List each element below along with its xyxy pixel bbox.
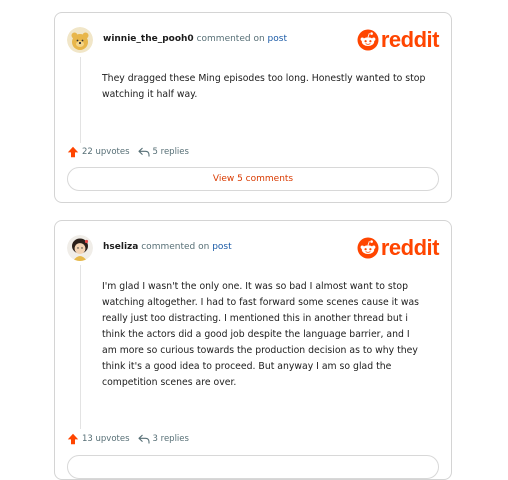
comment-card: winnie_the_pooh0 commented on post reddi… (54, 12, 452, 203)
reddit-logo[interactable]: reddit (357, 27, 440, 53)
upvote-button[interactable]: 13 upvotes (67, 433, 130, 445)
username[interactable]: hseliza (103, 242, 138, 252)
avatar[interactable] (67, 235, 93, 261)
upvote-arrow-icon (67, 433, 79, 445)
replies-button[interactable]: 3 replies (137, 433, 189, 445)
brand-wordmark: reddit (380, 27, 440, 52)
avatar[interactable] (67, 27, 93, 53)
reply-arrow-icon (137, 434, 150, 444)
upvote-button[interactable]: 22 upvotes (67, 146, 130, 158)
view-comments-button[interactable]: View 5 comments (67, 167, 439, 191)
reddit-snoo-icon (357, 29, 379, 51)
meta-text: commented on (141, 242, 210, 252)
brand-wordmark: reddit (380, 235, 440, 260)
comment-meta: winnie_the_pooh0 commented on post (103, 34, 287, 44)
comment-actions: 22 upvotes 5 replies (67, 146, 189, 158)
post-link[interactable]: post (268, 34, 287, 44)
comment-body: They dragged these Ming episodes too lon… (102, 73, 426, 100)
reddit-logo[interactable]: reddit (357, 235, 440, 261)
view-comments-button[interactable] (67, 455, 439, 479)
comment-meta: hseliza commented on post (103, 242, 232, 252)
reply-count: 5 replies (152, 147, 189, 157)
comment-body: I'm glad I wasn't the only one. It was s… (102, 281, 419, 388)
comment-actions: 13 upvotes 3 replies (67, 433, 189, 445)
upvote-count: 22 upvotes (82, 147, 130, 157)
upvote-arrow-icon (67, 146, 79, 158)
reply-count: 3 replies (152, 434, 189, 444)
meta-text: commented on (196, 34, 265, 44)
replies-button[interactable]: 5 replies (137, 146, 189, 158)
upvote-count: 13 upvotes (82, 434, 130, 444)
post-link[interactable]: post (212, 242, 231, 252)
comment-header: winnie_the_pooh0 commented on post reddi… (67, 27, 440, 57)
thread-line (80, 265, 81, 429)
comment-header: hseliza commented on post reddit (67, 235, 440, 265)
thread-line (80, 57, 81, 143)
username[interactable]: winnie_the_pooh0 (103, 34, 194, 44)
reply-arrow-icon (137, 147, 150, 157)
reddit-snoo-icon (357, 237, 379, 259)
comment-card: hseliza commented on post reddit I'm gla… (54, 220, 452, 480)
